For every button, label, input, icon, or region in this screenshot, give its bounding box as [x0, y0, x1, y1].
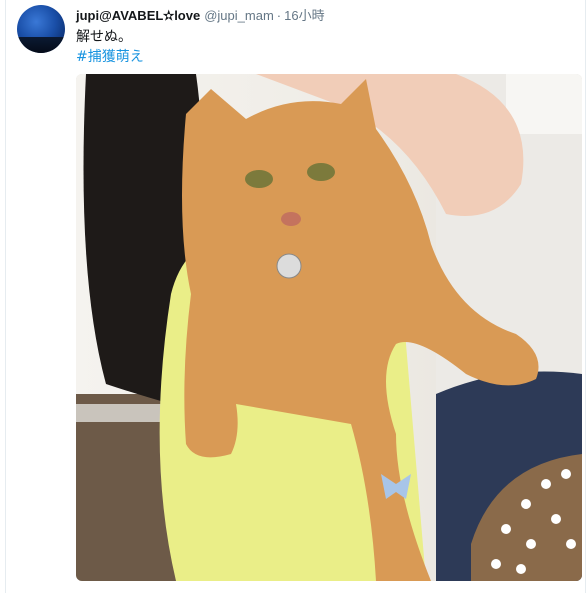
tweet-timestamp[interactable]: 16小時	[284, 5, 324, 24]
separator-dot: ·	[276, 8, 282, 23]
timeline-border-left	[5, 0, 6, 593]
timeline-border-right	[585, 0, 586, 593]
paw-charm	[276, 253, 302, 279]
avatar[interactable]	[17, 5, 65, 53]
calendar	[506, 74, 582, 134]
hashtag-link[interactable]: #捕獲萌え	[76, 46, 144, 66]
cat-nose	[281, 212, 301, 226]
cat-eye-right	[307, 163, 335, 181]
tweet-text: 解せぬ。	[76, 29, 132, 45]
cat-eye-left	[245, 170, 273, 188]
avatar-horizon	[17, 37, 65, 53]
display-name[interactable]: jupi@AVABEL✫love	[76, 8, 200, 24]
cat-photo-illustration	[76, 74, 582, 581]
tweet-header: jupi@AVABEL✫love @jupi_mam · 16小時	[76, 5, 325, 23]
tweet-photo[interactable]	[76, 74, 582, 581]
user-handle[interactable]: @jupi_mam	[204, 8, 274, 23]
